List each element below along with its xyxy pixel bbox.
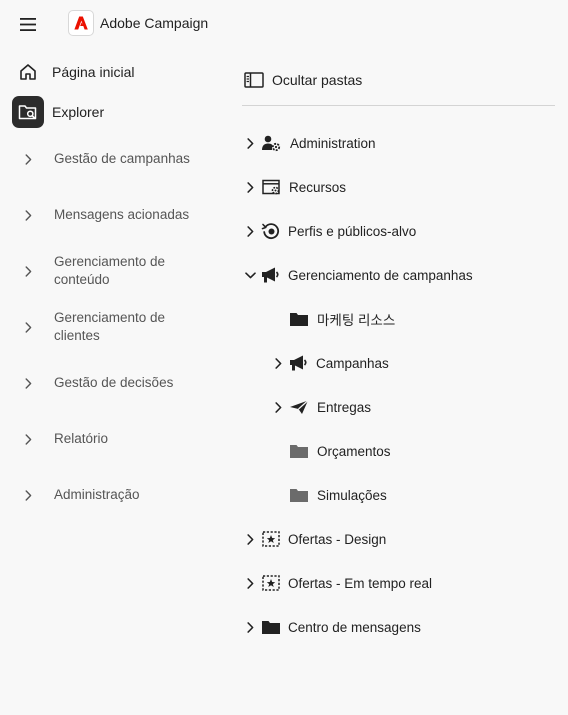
tree-item-label: Administration — [290, 135, 376, 151]
nav-home-label[interactable]: Página inicial — [52, 63, 135, 81]
admin-gear-icon — [260, 133, 282, 153]
folder-gray-icon — [288, 485, 310, 505]
chevron-right-icon — [25, 265, 31, 277]
tree-item-label: Orçamentos — [317, 443, 391, 459]
sidebar-item-relatorio[interactable]: Relatório — [54, 430, 204, 448]
tree-item-ofertas-design[interactable]: Ofertas - Design — [244, 528, 386, 550]
offer-star-icon — [260, 529, 282, 549]
chevron-right-icon — [246, 225, 253, 237]
megaphone-icon — [288, 353, 310, 373]
hamburger-icon — [20, 17, 36, 31]
resources-icon — [261, 177, 283, 197]
app-title[interactable]: Adobe Campaign — [100, 14, 208, 32]
expand-chevron[interactable] — [244, 225, 256, 237]
folder-gray-icon — [288, 441, 310, 461]
expand-chevron[interactable] — [272, 401, 284, 413]
folder-icon — [288, 309, 310, 329]
hide-folders-label: Ocultar pastas — [272, 72, 363, 88]
adobe-logo[interactable] — [68, 10, 94, 36]
chevron-right-icon — [25, 321, 31, 333]
expand-chevron[interactable] — [21, 208, 35, 222]
adobe-icon — [74, 16, 88, 30]
chevron-right-icon — [25, 433, 31, 445]
chevron-right-icon — [25, 153, 31, 165]
expand-chevron[interactable] — [272, 357, 284, 369]
folder-icon — [260, 617, 282, 637]
chevron-down-icon — [244, 271, 256, 278]
tree-item-label: Recursos — [289, 179, 347, 195]
expand-chevron[interactable] — [21, 488, 35, 502]
chevron-right-icon — [246, 577, 253, 589]
collapse-chevron[interactable] — [244, 269, 256, 281]
tree-item-ofertas-tempo-real[interactable]: Ofertas - Em tempo real — [244, 572, 432, 594]
menu-button[interactable] — [16, 14, 40, 34]
tree-item-label: Entregas — [317, 399, 372, 415]
sidebar-item-gerenciamento-clientes[interactable]: Gerenciamento de clientes — [54, 309, 204, 345]
divider — [242, 105, 555, 106]
tree-item-label: Simulações — [317, 487, 387, 503]
tree-item-administration[interactable]: Administration — [244, 132, 376, 154]
folder-search-icon — [18, 105, 37, 120]
tree-item-perfis[interactable]: Perfis e públicos-alvo — [244, 220, 416, 242]
chevron-right-icon — [25, 377, 31, 389]
expand-chevron[interactable] — [21, 264, 35, 278]
expand-chevron[interactable] — [21, 152, 35, 166]
expand-chevron[interactable] — [244, 577, 256, 589]
explorer-nav-button[interactable] — [12, 96, 44, 128]
tree-item-recursos[interactable]: Recursos — [244, 176, 346, 198]
tree-item-orcamentos[interactable]: Orçamentos — [288, 440, 391, 462]
home-nav-button[interactable] — [12, 56, 44, 88]
expand-chevron[interactable] — [244, 533, 256, 545]
home-icon — [20, 64, 36, 80]
tree-item-label: Gerenciamento de campanhas — [288, 267, 473, 283]
tree-item-gerenciamento-campanhas[interactable]: Gerenciamento de campanhas — [244, 264, 473, 286]
chevron-right-icon — [274, 401, 281, 413]
nav-explorer-label[interactable]: Explorer — [52, 103, 104, 121]
send-icon — [288, 397, 310, 417]
tree-item-label: Perfis e públicos-alvo — [288, 223, 417, 239]
expand-chevron[interactable] — [244, 137, 256, 149]
tree-item-label: Campanhas — [316, 355, 389, 371]
sidebar-item-gestao-campanhas[interactable]: Gestão de campanhas — [54, 150, 204, 168]
megaphone-icon — [260, 265, 282, 285]
chevron-right-icon — [274, 357, 281, 369]
expand-chevron[interactable] — [21, 320, 35, 334]
tree-item-marketing-resources[interactable]: 마케팅 리소스 — [288, 308, 395, 330]
tree-item-entregas[interactable]: Entregas — [272, 396, 371, 418]
expand-chevron[interactable] — [244, 621, 256, 633]
chevron-right-icon — [246, 533, 253, 545]
offer-star-icon — [260, 573, 282, 593]
expand-chevron[interactable] — [21, 432, 35, 446]
tree-item-campanhas[interactable]: Campanhas — [272, 352, 389, 374]
sidebar-item-mensagens-acionadas[interactable]: Mensagens acionadas — [54, 206, 204, 224]
hide-folders-button[interactable]: Ocultar pastas — [244, 70, 362, 90]
tree-item-label: Ofertas - Em tempo real — [288, 575, 433, 591]
profiles-icon — [260, 221, 282, 241]
tree-item-centro-mensagens[interactable]: Centro de mensagens — [244, 616, 421, 638]
tree-item-label: Centro de mensagens — [288, 619, 421, 635]
tree-item-simulacoes[interactable]: Simulações — [288, 484, 387, 506]
panel-toggle-icon — [244, 72, 264, 88]
tree-item-label: Ofertas - Design — [288, 531, 387, 547]
chevron-right-icon — [246, 137, 253, 149]
tree-item-label: 마케팅 리소스 — [317, 313, 396, 328]
sidebar-item-gerenciamento-conteudo[interactable]: Gerenciamento de conteúdo — [54, 253, 204, 289]
chevron-right-icon — [25, 209, 31, 221]
expand-chevron[interactable] — [244, 181, 256, 193]
sidebar-item-gestao-decisoes[interactable]: Gestão de decisões — [54, 374, 204, 392]
chevron-right-icon — [246, 621, 253, 633]
sidebar-item-administracao[interactable]: Administração — [54, 486, 204, 504]
expand-chevron[interactable] — [21, 376, 35, 390]
chevron-right-icon — [246, 181, 253, 193]
chevron-right-icon — [25, 489, 31, 501]
